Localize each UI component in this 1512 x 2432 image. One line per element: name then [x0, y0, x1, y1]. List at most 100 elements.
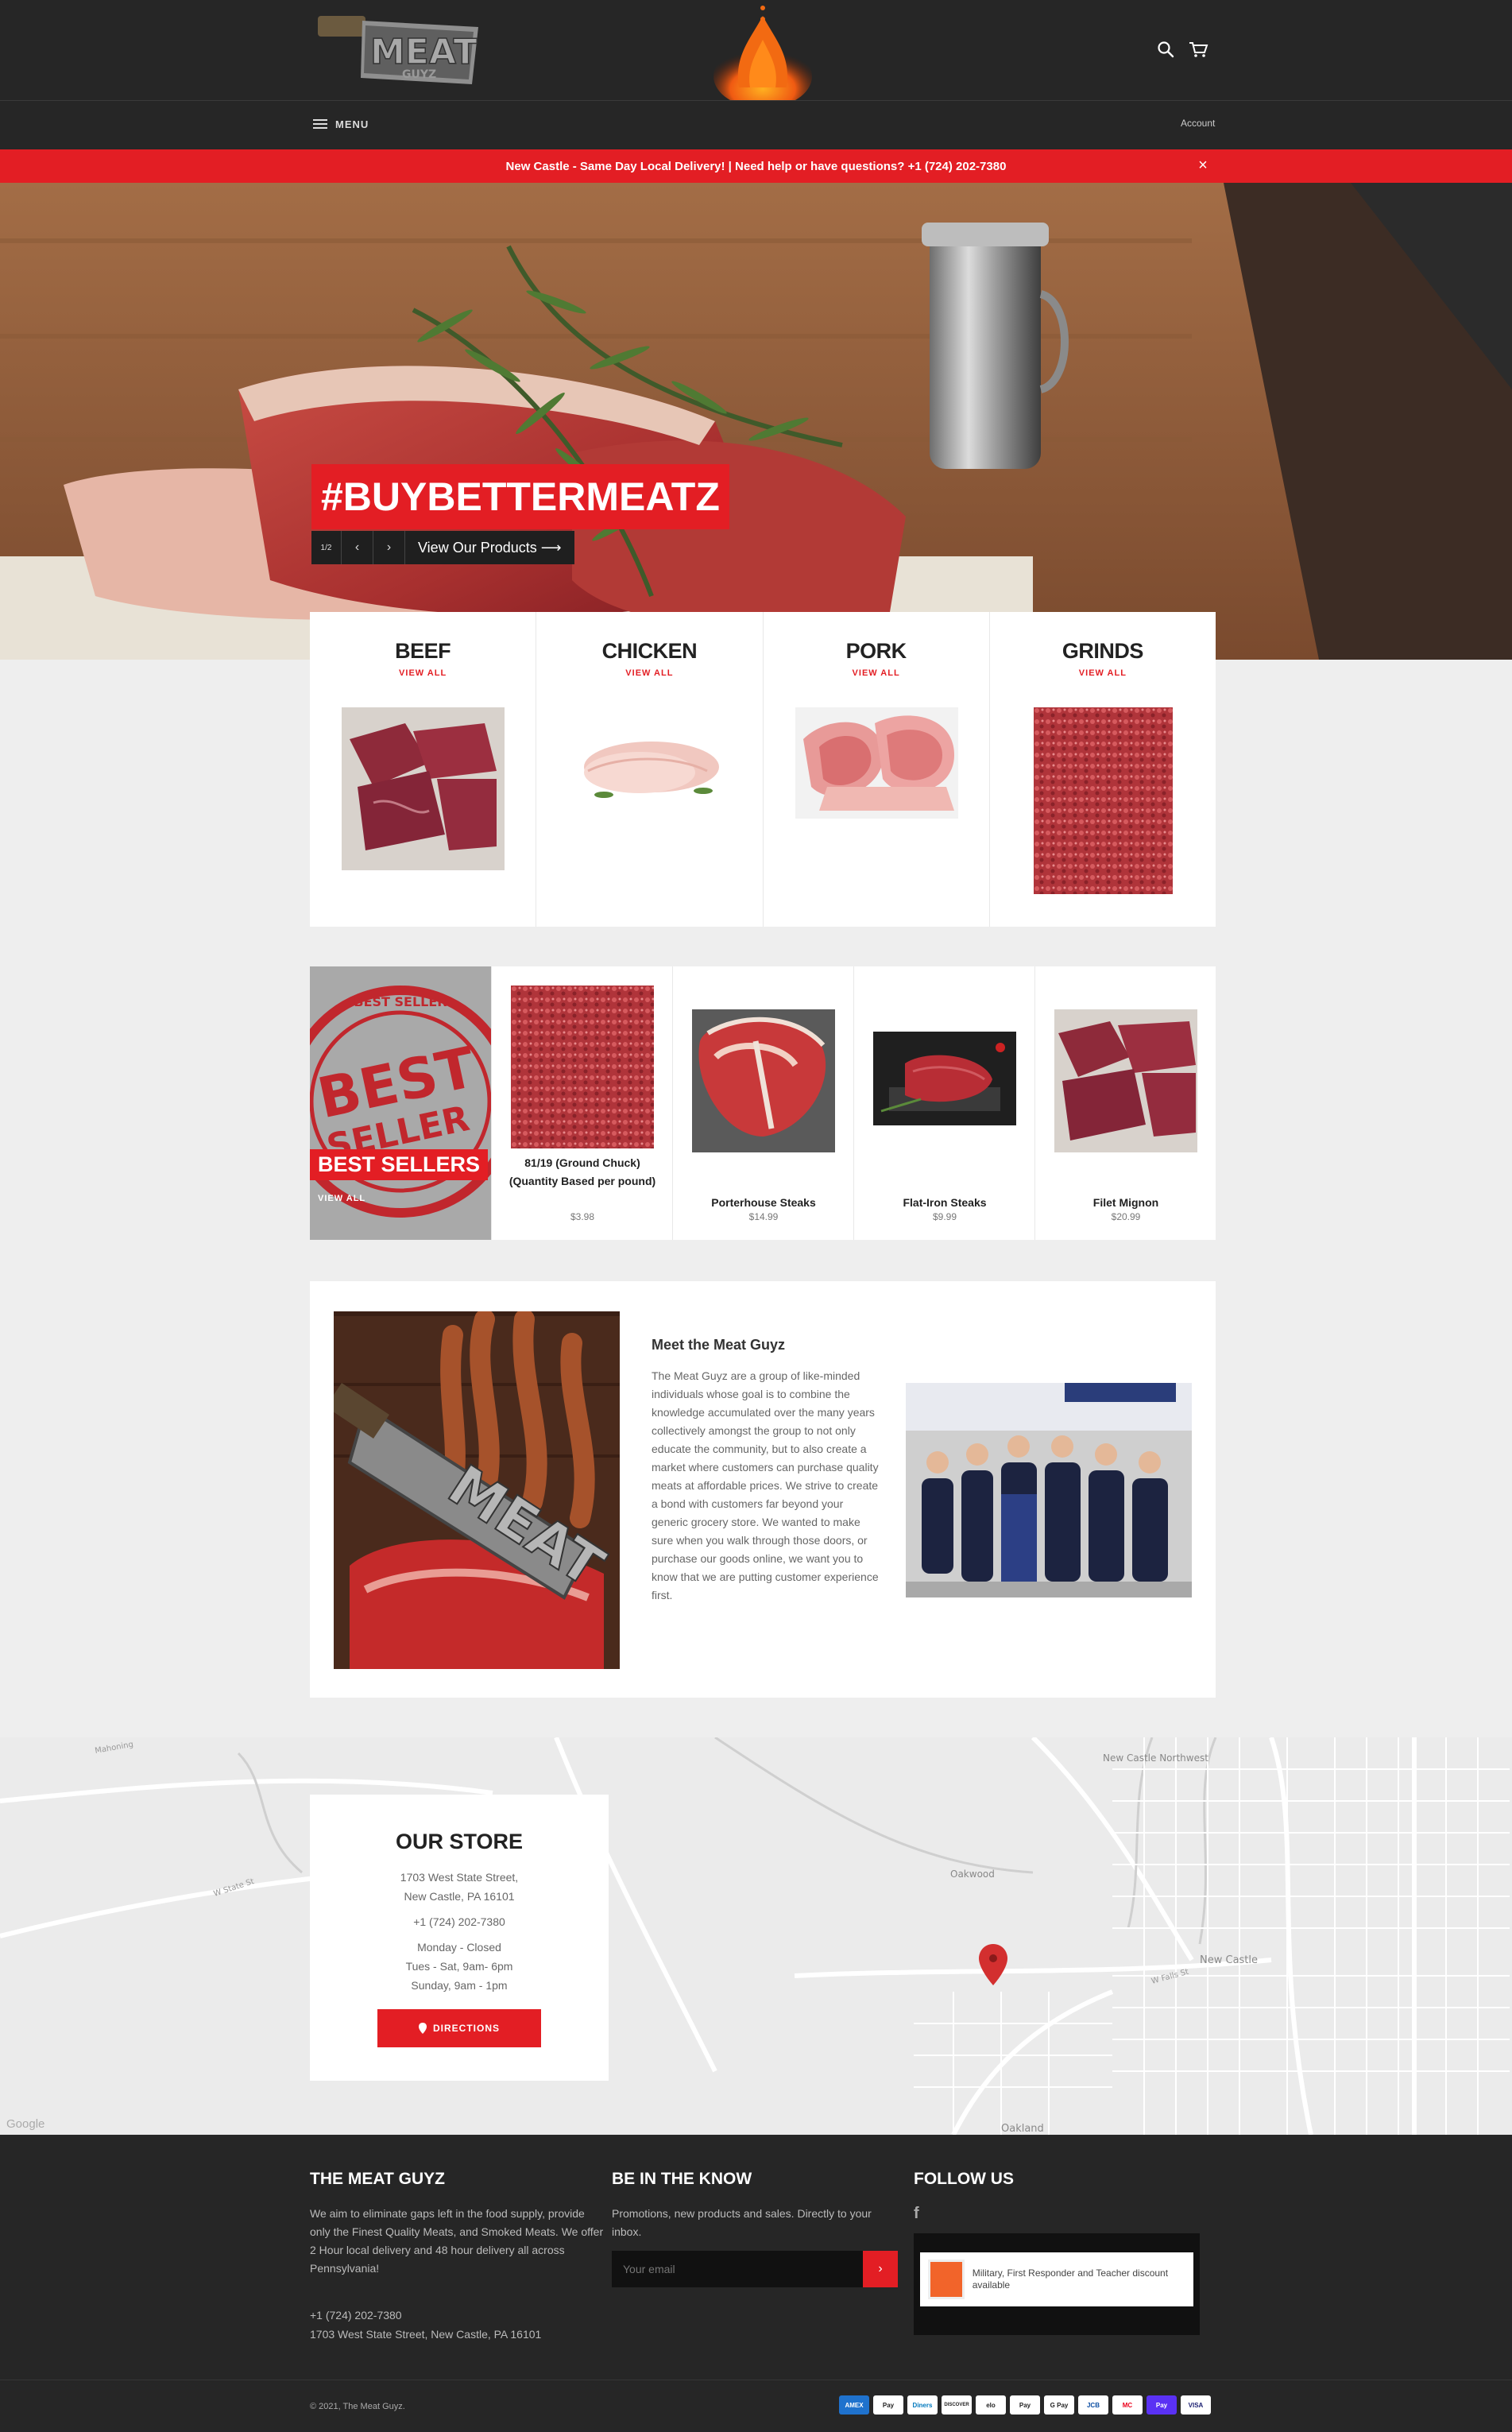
ground-chuck-image: [511, 986, 654, 1148]
announcement-text: New Castle - Same Day Local Delivery! | …: [505, 159, 1007, 173]
product-name: Porterhouse Steaks: [711, 1196, 816, 1209]
menu-button[interactable]: MENU: [313, 114, 369, 134]
view-products-button[interactable]: View Our Products ⟶: [405, 531, 574, 564]
view-all-link[interactable]: VIEW ALL: [310, 668, 536, 678]
google-pay-icon: Pay: [1010, 2395, 1040, 2415]
gpay-icon: G Pay: [1044, 2395, 1074, 2415]
store-map[interactable]: New Castle Northwest Oakwood New Castle …: [0, 1737, 1512, 2135]
footer-newsletter-title: BE IN THE KNOW: [612, 2170, 752, 2188]
footer-follow-title: FOLLOW US: [914, 2170, 1014, 2188]
footer-about-text: We aim to eliminate gaps left in the foo…: [310, 2207, 604, 2275]
hero-title: #BUYBETTERMEATZ: [311, 464, 729, 529]
footer-address: 1703 West State Street, New Castle, PA 1…: [310, 2328, 542, 2341]
slide-counter: 1/2: [311, 531, 342, 564]
site-footer: THE MEAT GUYZ We aim to eliminate gaps l…: [0, 2135, 1512, 2432]
svg-text:BEST SELLER: BEST SELLER: [354, 994, 447, 1009]
nav-bar: [0, 100, 1512, 149]
search-icon[interactable]: [1156, 40, 1175, 59]
footer-about-title: THE MEAT GUYZ: [310, 2170, 445, 2188]
jcb-icon: JCB: [1078, 2395, 1108, 2415]
collection-title: CHICKEN: [601, 639, 698, 663]
collection-pork[interactable]: PORK VIEW ALL: [764, 612, 990, 927]
discount-badge[interactable]: Military, First Responder and Teacher di…: [920, 2252, 1193, 2306]
svg-text:New Castle: New Castle: [1200, 1954, 1258, 1966]
directions-button[interactable]: DIRECTIONS: [377, 2009, 541, 2047]
payment-icons: AMEX Pay Diners DISCOVER elo Pay G Pay J…: [839, 2395, 1211, 2415]
mastercard-icon: MC: [1112, 2395, 1143, 2415]
collection-title: BEEF: [395, 639, 451, 663]
beef-image: [342, 707, 505, 870]
product-card[interactable]: Flat-Iron Steaks $9.99: [853, 966, 1034, 1240]
view-all-link[interactable]: VIEW ALL: [318, 1194, 365, 1203]
subscribe-button[interactable]: ›: [863, 2251, 898, 2287]
google-attribution: Google: [6, 2117, 45, 2131]
account-link[interactable]: Account: [1181, 118, 1215, 129]
svg-text:GUYZ: GUYZ: [402, 68, 436, 81]
footer-newsletter-text: Promotions, new products and sales. Dire…: [612, 2207, 872, 2238]
visa-icon: VISA: [1181, 2395, 1211, 2415]
product-name: Filet Mignon: [1092, 1196, 1159, 1209]
chevron-right-icon: ›: [878, 2262, 883, 2275]
svg-text:MEAT: MEAT: [370, 32, 478, 72]
hero-slideshow: [0, 183, 1512, 660]
chevron-left-icon[interactable]: ‹: [342, 531, 373, 564]
svg-text:Oakwood: Oakwood: [950, 1869, 995, 1880]
discover-icon: DISCOVER: [942, 2395, 972, 2415]
facebook-icon[interactable]: f: [914, 2205, 919, 2223]
collection-grinds[interactable]: GRINDS VIEW ALL: [990, 612, 1216, 927]
store-hours-monday: Monday - Closed: [417, 1941, 501, 1954]
store-hours-weekdays: Tues - Sat, 9am- 6pm: [405, 1960, 513, 1973]
collection-title: PORK: [845, 639, 907, 663]
view-all-link[interactable]: VIEW ALL: [536, 668, 762, 678]
email-input[interactable]: [612, 2251, 863, 2287]
best-sellers-section: BEST SELLER BEST SELLER BEST SELLERS VIE…: [310, 966, 1216, 1240]
about-title: Meet the Meat Guyz: [652, 1337, 786, 1353]
team-photo: [906, 1383, 1192, 1597]
product-price: $14.99: [748, 1211, 779, 1222]
filet-mignon-image: [1054, 1009, 1197, 1152]
store-address-line1: 1703 West State Street,: [400, 1871, 519, 1884]
store-info-card: OUR STORE 1703 West State Street, New Ca…: [310, 1795, 609, 2081]
product-price: $3.98: [570, 1211, 595, 1222]
chevron-right-icon[interactable]: ›: [373, 531, 405, 564]
store-title: OUR STORE: [395, 1830, 524, 1853]
svg-text:Oakland: Oakland: [1001, 2123, 1044, 2135]
discount-badge-text: Military, First Responder and Teacher di…: [972, 2267, 1169, 2291]
meat-guyz-poster: MEAT: [334, 1311, 620, 1669]
grinds-image: [1033, 707, 1173, 894]
best-sellers-banner[interactable]: BEST SELLER BEST SELLER BEST SELLERS VIE…: [310, 966, 491, 1240]
close-icon[interactable]: ×: [1193, 156, 1212, 175]
map-graphic: New Castle Northwest Oakwood New Castle …: [0, 1737, 1512, 2135]
announcement-bar: New Castle - Same Day Local Delivery! | …: [0, 149, 1512, 183]
hero-image: [0, 183, 1512, 660]
chicken-image: [584, 742, 720, 798]
product-name: 81/19 (Ground Chuck) (Quantity Based per…: [509, 1156, 656, 1187]
map-pin-icon: [418, 2023, 427, 2034]
product-card[interactable]: Porterhouse Steaks $14.99: [672, 966, 853, 1240]
svg-text:New Castle Northwest: New Castle Northwest: [1103, 1752, 1208, 1764]
store-hours-sunday: Sunday, 9am - 1pm: [411, 1979, 508, 1992]
product-card[interactable]: Filet Mignon $20.99: [1034, 966, 1216, 1240]
meat-guyz-logo[interactable]: MEAT GUYZ: [315, 10, 481, 89]
product-card[interactable]: 81/19 (Ground Chuck) (Quantity Based per…: [491, 966, 672, 1240]
directions-label: DIRECTIONS: [432, 2023, 500, 2034]
collection-beef[interactable]: BEEF VIEW ALL: [310, 612, 537, 927]
elo-icon: elo: [976, 2395, 1006, 2415]
apple-pay-icon: Pay: [873, 2395, 903, 2415]
view-all-link[interactable]: VIEW ALL: [990, 668, 1216, 678]
collection-grid: BEEF VIEW ALL CHICKEN VIEW ALL PORK VIEW…: [310, 612, 1216, 927]
store-address-line2: New Castle, PA 16101: [404, 1890, 515, 1903]
store-phone: +1 (724) 202-7380: [413, 1915, 505, 1928]
flame-graphic: [713, 6, 812, 100]
hero-controls: 1/2 ‹ › View Our Products ⟶: [311, 531, 574, 564]
best-sellers-title: BEST SELLERS: [310, 1149, 489, 1180]
cart-icon[interactable]: [1188, 40, 1208, 59]
collection-chicken[interactable]: CHICKEN VIEW ALL: [536, 612, 764, 927]
pork-image: [795, 707, 958, 819]
diners-club-icon: Diners: [907, 2395, 938, 2415]
product-name: Flat-Iron Steaks: [903, 1196, 987, 1209]
collection-title: GRINDS: [1061, 639, 1144, 663]
discount-logo-icon: [928, 2260, 965, 2299]
view-all-link[interactable]: VIEW ALL: [764, 668, 989, 678]
about-text: The Meat Guyz are a group of like-minded…: [652, 1369, 879, 1601]
